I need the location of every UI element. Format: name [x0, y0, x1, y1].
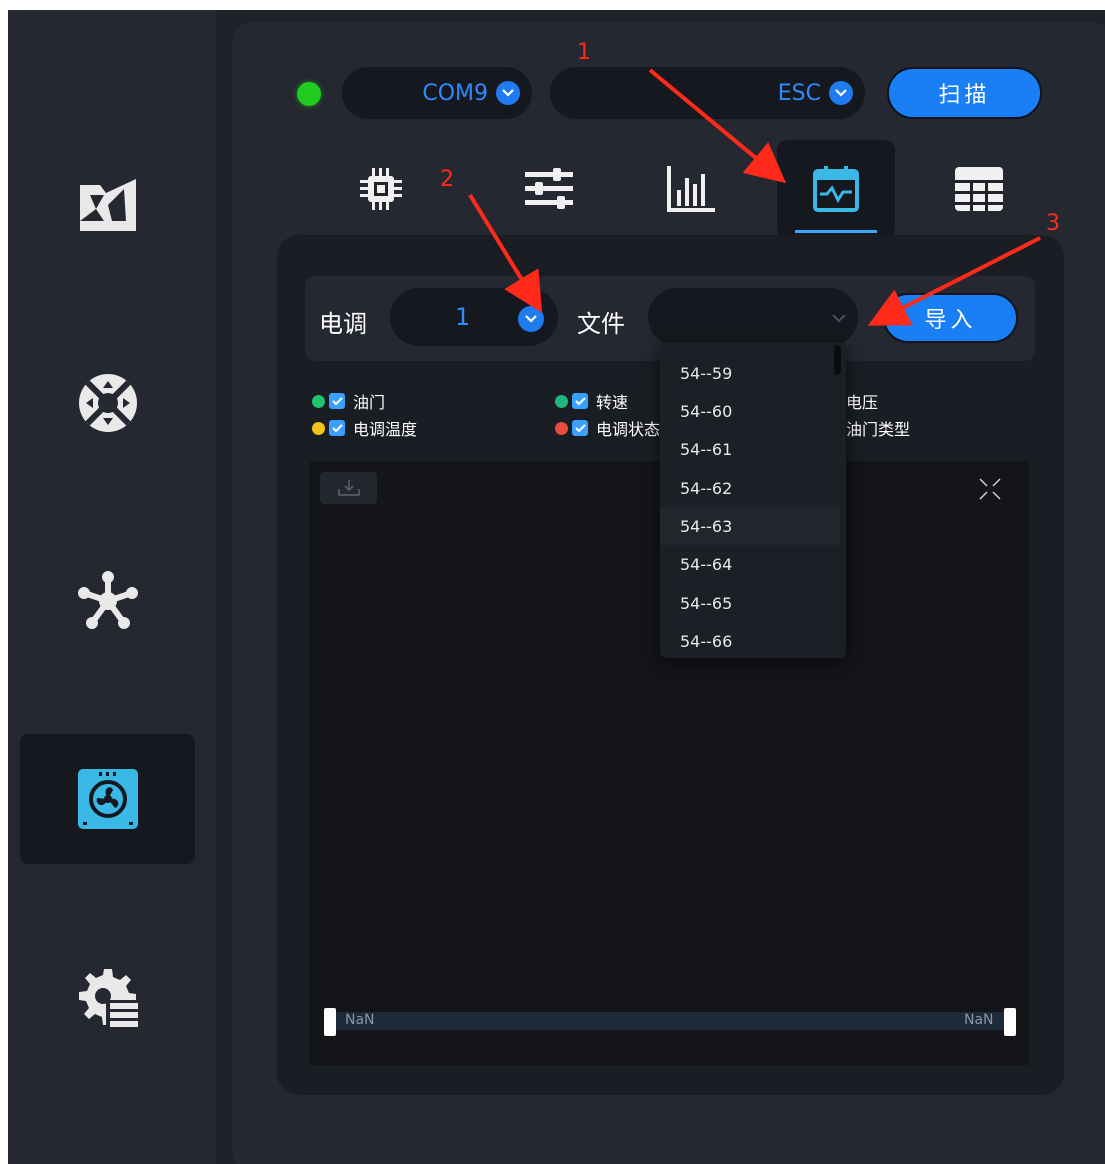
annotation-arrow-1 [648, 68, 787, 184]
annotation-arrow-3 [867, 236, 1041, 326]
annotation-arrows [468, 68, 1041, 326]
annotation-arrow-2 [468, 193, 543, 313]
